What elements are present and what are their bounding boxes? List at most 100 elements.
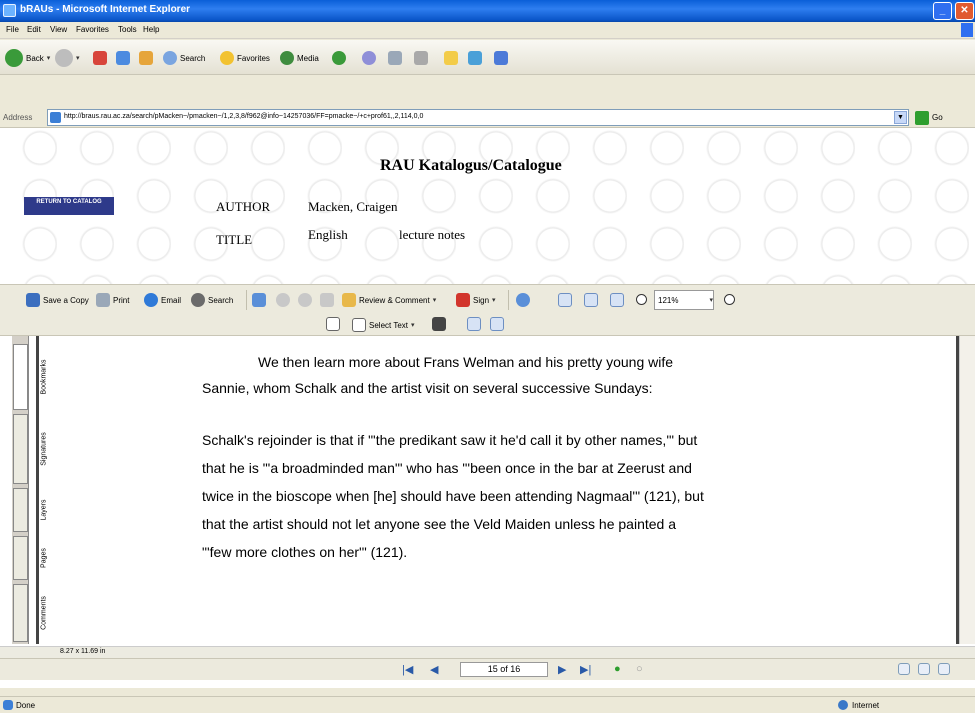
stop-icon[interactable] xyxy=(93,51,107,65)
favorites-star-icon xyxy=(220,51,234,65)
facing-icon[interactable] xyxy=(938,663,950,675)
favorites-button[interactable]: Favorites xyxy=(220,48,270,68)
hand-tool-icon[interactable] xyxy=(326,317,340,331)
snapshot-icon[interactable] xyxy=(432,317,446,331)
zoom-in-small-icon[interactable] xyxy=(724,294,735,305)
back-button[interactable]: Back ▾ xyxy=(5,48,50,68)
menu-view[interactable]: View xyxy=(50,25,67,34)
discuss-icon[interactable] xyxy=(494,51,508,65)
rotate-clockwise-icon[interactable] xyxy=(467,317,481,331)
menu-edit[interactable]: Edit xyxy=(27,25,41,34)
address-label: Address xyxy=(3,113,33,122)
internet-zone-icon xyxy=(838,700,848,710)
forward-arrow-icon xyxy=(55,49,73,67)
review-comment-button[interactable]: Review & Comment ▾ xyxy=(342,290,436,310)
save-icon xyxy=(26,293,40,307)
search-button[interactable]: Search xyxy=(163,48,205,68)
browser-toolbar: Back ▾ ▾ Search Favorites Media xyxy=(0,40,975,75)
fit-width-icon[interactable] xyxy=(610,293,624,307)
pen-icon xyxy=(456,293,470,307)
go-button[interactable]: Go xyxy=(915,110,943,125)
rotate-counterclockwise-icon[interactable] xyxy=(490,317,504,331)
menu-tools[interactable]: Tools xyxy=(118,25,137,34)
home-icon[interactable] xyxy=(139,51,153,65)
address-input[interactable]: http://braus.rau.ac.za/search/pMacken~/p… xyxy=(47,109,909,126)
copy-icon[interactable] xyxy=(320,293,334,307)
address-bar: Address http://braus.rau.ac.za/search/pM… xyxy=(0,106,975,128)
go-back-view-icon[interactable]: ● xyxy=(614,663,621,675)
text-cursor-icon xyxy=(352,318,366,332)
status-bar: Done Internet xyxy=(0,696,975,713)
return-to-catalog-button[interactable]: RETURN TO CATALOG xyxy=(24,197,114,215)
menu-file[interactable]: File xyxy=(6,25,19,34)
document-line-4: that he is "'a broadminded man'" who has… xyxy=(202,460,692,476)
select-text-button[interactable]: Select Text ▾ xyxy=(352,315,415,335)
sign-button[interactable]: Sign ▾ xyxy=(456,290,496,310)
media-button[interactable]: Media xyxy=(280,48,319,68)
comments-tab[interactable]: Comments xyxy=(13,584,48,642)
bookmarks-tab[interactable]: Bookmarks xyxy=(13,344,48,410)
save-copy-button[interactable]: Save a Copy xyxy=(26,290,89,310)
refresh-icon[interactable] xyxy=(116,51,130,65)
mail-icon[interactable] xyxy=(362,51,376,65)
page-edge-left xyxy=(29,336,39,644)
acrobat-toolbar: Save a Copy Print Email Search Review & … xyxy=(0,284,975,314)
acrobat-toolbar-secondary: Select Text ▾ xyxy=(0,314,975,336)
undo-icon[interactable] xyxy=(276,293,290,307)
go-forward-view-icon[interactable]: ○ xyxy=(636,663,643,675)
print-icon[interactable] xyxy=(388,51,402,65)
page-size-bar: 8.27 x 11.69 in xyxy=(0,646,975,658)
author-label: AUTHOR xyxy=(216,199,271,214)
first-page-icon[interactable]: |◀ xyxy=(402,663,413,676)
navigation-panel: Bookmarks Signatures Layers Pages Commen… xyxy=(12,336,48,644)
catalogue-banner: RAU Katalogus/Catalogue RETURN TO CATALO… xyxy=(0,128,975,284)
review-icon xyxy=(342,293,356,307)
title-label: TITLE xyxy=(216,232,253,247)
pages-tab[interactable]: Pages xyxy=(13,536,48,580)
next-page-icon[interactable]: ▶ xyxy=(558,663,566,676)
single-page-icon[interactable] xyxy=(898,663,910,675)
continuous-icon[interactable] xyxy=(918,663,930,675)
vertical-scrollbar[interactable] xyxy=(959,336,975,644)
go-arrow-icon xyxy=(915,110,929,125)
actual-size-icon[interactable] xyxy=(558,293,572,307)
menu-help[interactable]: Help xyxy=(143,25,159,34)
email-button[interactable]: Email xyxy=(144,290,181,310)
pdf-viewer: Bookmarks Signatures Layers Pages Commen… xyxy=(0,336,975,646)
previous-page-icon[interactable]: ◀ xyxy=(430,663,438,676)
folder-icon[interactable] xyxy=(444,51,458,65)
fit-page-icon[interactable] xyxy=(584,293,598,307)
zoom-in-icon[interactable] xyxy=(516,293,530,307)
redo-icon[interactable] xyxy=(298,293,312,307)
title-bar: bRAUs - Microsoft Internet Explorer _ ✕ xyxy=(0,0,975,22)
address-dropdown-icon[interactable]: ▼ xyxy=(894,111,907,124)
window-title: bRAUs - Microsoft Internet Explorer xyxy=(20,4,191,15)
page-number-field[interactable]: 15 of 16 xyxy=(460,662,548,677)
page-size-label: 8.27 x 11.69 in xyxy=(60,648,106,655)
signatures-tab[interactable]: Signatures xyxy=(13,414,48,484)
browser-window: bRAUs - Microsoft Internet Explorer _ ✕ … xyxy=(0,0,975,713)
printer-icon xyxy=(96,293,110,307)
edit-icon[interactable] xyxy=(414,51,428,65)
minimize-button[interactable]: _ xyxy=(933,2,952,20)
page-done-icon xyxy=(3,700,13,710)
zoom-out-icon[interactable] xyxy=(636,294,647,305)
acrobat-search-button[interactable]: Search xyxy=(191,290,233,310)
catalogue-title: RAU Katalogus/Catalogue xyxy=(380,157,562,174)
close-button[interactable]: ✕ xyxy=(955,2,974,20)
layers-tab[interactable]: Layers xyxy=(13,488,48,532)
messenger-icon[interactable] xyxy=(468,51,482,65)
history-icon[interactable] xyxy=(332,51,346,65)
author-value: Macken, Craigen xyxy=(308,199,398,214)
last-page-icon[interactable]: ▶| xyxy=(580,663,591,676)
zone-text: Internet xyxy=(852,701,880,710)
menu-favorites[interactable]: Favorites xyxy=(76,25,109,34)
page-content: RAU Katalogus/Catalogue RETURN TO CATALO… xyxy=(0,128,975,688)
page-icon xyxy=(50,112,61,123)
forward-button[interactable]: ▾ xyxy=(55,48,80,68)
spellcheck-icon[interactable] xyxy=(252,293,266,307)
print-button[interactable]: Print xyxy=(96,290,129,310)
zoom-level-field[interactable]: 121% ▾ xyxy=(654,290,714,310)
search-icon xyxy=(163,51,177,65)
media-icon xyxy=(280,51,294,65)
